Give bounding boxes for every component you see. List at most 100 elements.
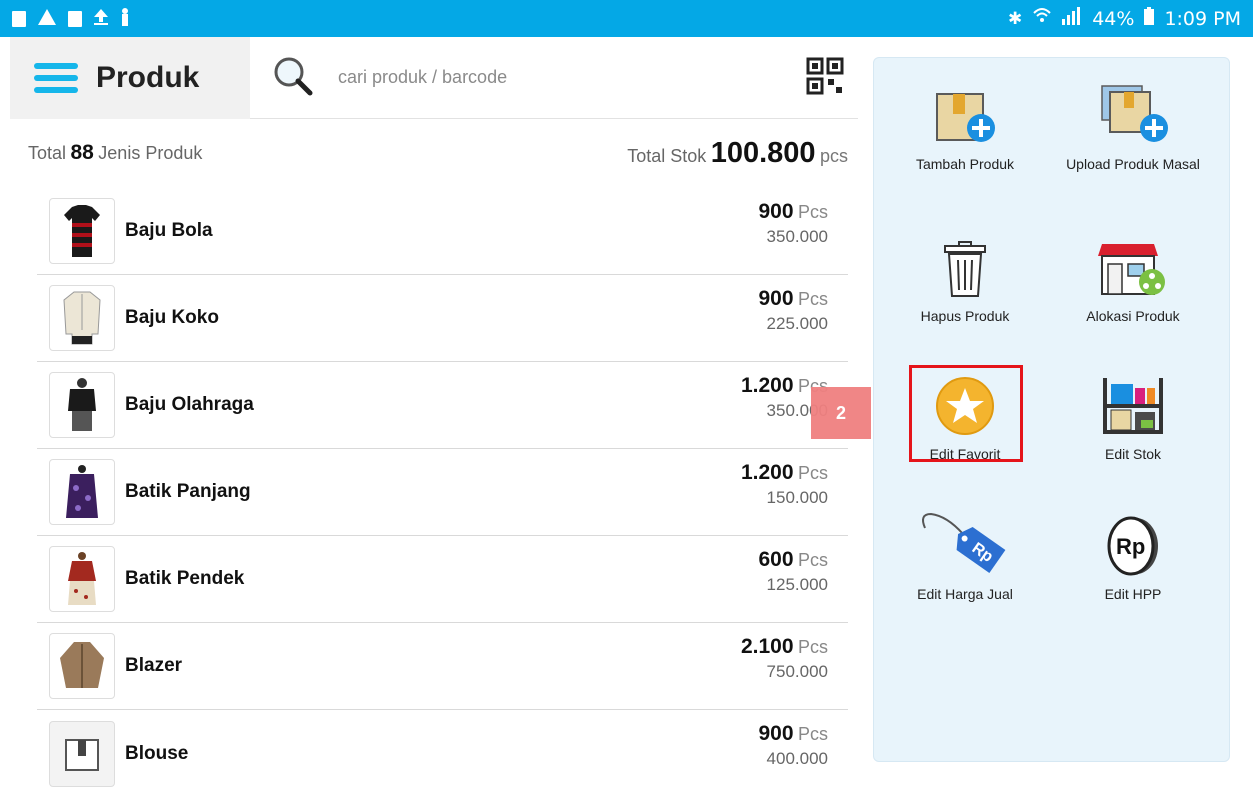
svg-text:Rp: Rp <box>1116 534 1145 559</box>
page-title: Produk <box>96 61 200 94</box>
product-qty: 900 <box>758 287 794 310</box>
product-thumbnail <box>49 459 115 525</box>
coin-icon: Rp <box>1107 516 1158 576</box>
product-stock: 900 Pcs 400.000 <box>758 722 828 769</box>
product-qty: 2.100 <box>740 635 794 658</box>
product-thumbnail <box>49 198 115 264</box>
placeholder-image-icon <box>65 738 99 771</box>
hapus-produk-button[interactable]: Hapus Produk <box>890 218 1040 324</box>
search-icon[interactable] <box>270 53 316 103</box>
trash-icon <box>944 241 986 297</box>
edit-stok-button[interactable]: Edit Stok <box>1058 356 1208 462</box>
store-allocation-icon <box>1098 244 1165 295</box>
product-price: 350.000 <box>766 227 828 246</box>
total-label: Total <box>28 143 67 163</box>
product-unit: Pcs <box>797 289 828 309</box>
product-price: 125.000 <box>766 575 828 594</box>
battery-icon <box>1144 7 1155 30</box>
stock-summary: Total Stok 100.800 pcs <box>627 137 848 170</box>
product-row[interactable]: Batik Panjang 1.200 Pcs 150.000 <box>37 449 848 536</box>
total-stock-value: 100.800 <box>710 136 816 169</box>
product-unit: Pcs <box>797 724 828 744</box>
battery-percent: 44% <box>1092 7 1135 30</box>
qr-scan-icon[interactable] <box>806 57 844 99</box>
product-qty: 900 <box>758 200 794 223</box>
product-unit: Pcs <box>797 637 828 657</box>
add-product-icon <box>936 93 995 142</box>
product-thumbnail <box>49 546 115 612</box>
product-name: Baju Olahraga <box>125 394 254 415</box>
menu-label: Tambah Produk <box>915 156 1015 172</box>
product-stock: 1.200 Pcs 150.000 <box>741 461 828 508</box>
status-bar: ✱ 44% 1:09 PM <box>0 0 1253 37</box>
menu-label: Edit Harga Jual <box>917 586 1013 602</box>
step-badge: 2 <box>811 387 871 439</box>
menu-label: Upload Produk Masal <box>1066 156 1200 172</box>
product-stock: 600 Pcs 125.000 <box>758 548 828 595</box>
edit-harga-jual-button[interactable]: Rp Edit Harga Jual <box>890 496 1040 602</box>
shelf-stock-icon <box>1103 378 1163 434</box>
product-name: Batik Panjang <box>125 481 251 502</box>
edit-hpp-button[interactable]: Rp Edit HPP <box>1058 496 1208 602</box>
gallery-notification-icon <box>12 10 26 27</box>
product-type-label: Jenis Produk <box>98 143 203 163</box>
app-header: Produk <box>10 37 858 119</box>
totals-bar: Total 88 Jenis Produk Total Stok 100.800… <box>28 134 848 172</box>
product-row[interactable]: Baju Bola 900 Pcs 350.000 <box>37 188 848 275</box>
upload-produk-masal-button[interactable]: Upload Produk Masal <box>1058 66 1208 172</box>
product-row[interactable]: Blazer 2.100 Pcs 750.000 <box>37 623 848 710</box>
product-name: Blouse <box>125 742 189 764</box>
menu-icon[interactable] <box>34 63 78 93</box>
product-price: 750.000 <box>766 662 828 681</box>
product-unit: Pcs <box>797 550 828 570</box>
batik-short-icon <box>68 552 96 605</box>
product-stock: 2.100 Pcs 750.000 <box>741 635 828 682</box>
warning-notification-icon <box>38 8 56 29</box>
product-row[interactable]: Batik Pendek 600 Pcs 125.000 <box>37 536 848 623</box>
menu-label: Alokasi Produk <box>1086 308 1180 324</box>
title-box: Produk <box>10 37 250 119</box>
blazer-icon <box>60 642 104 688</box>
product-qty: 1.200 <box>740 461 794 484</box>
jersey-icon <box>64 205 100 257</box>
product-name: Baju Bola <box>125 220 213 241</box>
sport-shirt-icon <box>68 378 96 431</box>
product-count-summary: Total 88 Jenis Produk <box>28 141 202 165</box>
product-thumbnail <box>49 720 115 787</box>
alokasi-produk-button[interactable]: Alokasi Produk <box>1058 218 1208 324</box>
product-price: 225.000 <box>766 314 828 333</box>
product-count: 88 <box>70 141 94 164</box>
product-unit: Pcs <box>797 463 828 483</box>
product-thumbnail <box>49 372 115 438</box>
product-qty: 600 <box>758 548 794 571</box>
system-status: ✱ 44% 1:09 PM <box>1008 7 1241 30</box>
menu-label: Edit HPP <box>1104 586 1162 602</box>
signal-icon <box>1062 7 1082 30</box>
product-stock: 900 Pcs 225.000 <box>758 287 828 334</box>
clock: 1:09 PM <box>1164 7 1241 30</box>
menu-label: Hapus Produk <box>920 308 1010 324</box>
total-stock-unit: pcs <box>819 145 848 166</box>
person-notification-icon <box>120 7 130 30</box>
search-input[interactable] <box>338 67 758 88</box>
product-row[interactable]: Baju Olahraga 1.200 Pcs 350.000 <box>37 362 848 449</box>
product-price: 400.000 <box>766 749 828 768</box>
product-qty: 900 <box>758 722 794 745</box>
highlight-box <box>909 365 1023 462</box>
menu-label: Edit Stok <box>1104 446 1162 462</box>
search-bar <box>250 37 858 119</box>
tambah-produk-button[interactable]: Tambah Produk <box>890 66 1040 172</box>
product-row[interactable]: Blouse 900 Pcs 400.000 <box>37 710 848 797</box>
bulk-upload-icon <box>1101 85 1168 142</box>
product-qty: 1.200 <box>740 374 794 397</box>
shirt-icon <box>63 291 101 345</box>
product-name: Batik Pendek <box>125 568 245 589</box>
product-list: Baju Bola 900 Pcs 350.000 Baju Koko 900 … <box>37 188 848 797</box>
product-name: Blazer <box>125 655 183 676</box>
product-row[interactable]: Baju Koko 900 Pcs 225.000 <box>37 275 848 362</box>
upload-notification-icon <box>94 8 108 29</box>
bluetooth-icon: ✱ <box>1007 8 1023 29</box>
product-name: Baju Koko <box>125 307 219 328</box>
product-unit: Pcs <box>797 202 828 222</box>
product-price: 150.000 <box>766 488 828 507</box>
